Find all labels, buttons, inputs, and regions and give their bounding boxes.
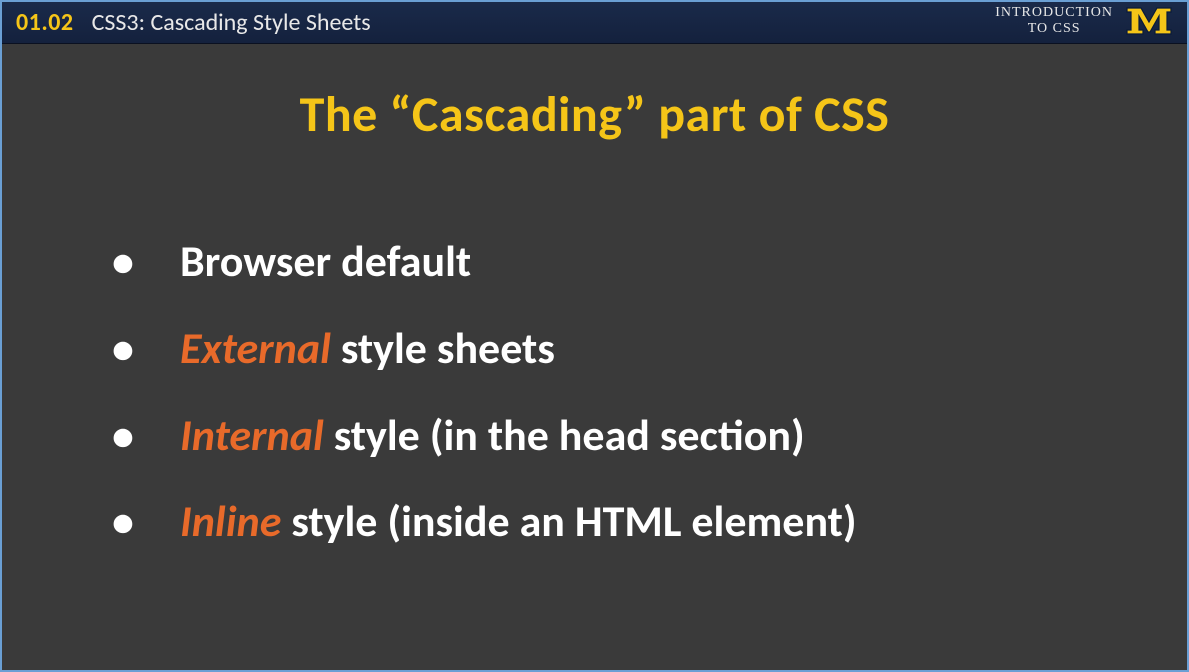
- michigan-logo-icon: [1125, 4, 1173, 38]
- slide-title: The “Cascading” part of CSS: [82, 84, 1107, 145]
- course-line-2: TO CSS: [995, 21, 1113, 37]
- emphasis-text: Internal: [180, 408, 324, 462]
- course-label: INTRODUCTION TO CSS: [995, 5, 1113, 37]
- emphasis-text: Inline: [180, 494, 281, 548]
- slide-content: The “Cascading” part of CSS Browser defa…: [2, 44, 1187, 548]
- bullet-text: Browser default: [180, 234, 471, 288]
- header-bar: 01.02 CSS3: Cascading Style Sheets INTRO…: [2, 2, 1187, 44]
- list-item: Internal style (in the head section): [112, 409, 1107, 462]
- list-item: External style sheets: [112, 322, 1107, 375]
- header-right: INTRODUCTION TO CSS: [995, 4, 1173, 38]
- list-item: Browser default: [112, 235, 1107, 288]
- list-item: Inline style (inside an HTML element): [112, 495, 1107, 548]
- emphasis-text: External: [180, 321, 331, 375]
- bullet-list: Browser default External style sheets In…: [82, 235, 1107, 548]
- course-line-1: INTRODUCTION: [995, 5, 1113, 21]
- slide-number: 01.02: [16, 8, 74, 37]
- header-title: CSS3: Cascading Style Sheets: [92, 8, 371, 37]
- bullet-text: style (in the head section): [324, 408, 805, 462]
- bullet-text: style sheets: [331, 321, 555, 375]
- bullet-text: style (inside an HTML element): [281, 494, 856, 548]
